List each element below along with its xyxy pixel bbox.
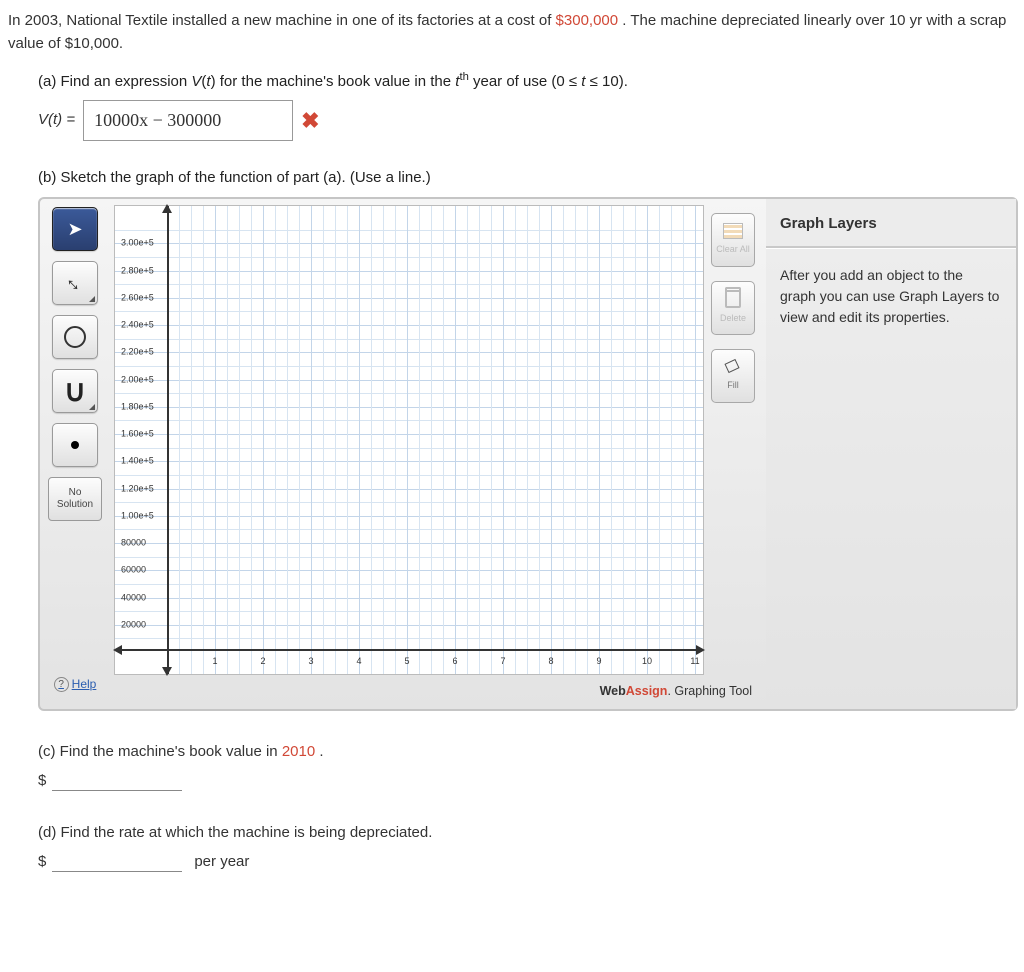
circle-icon	[64, 326, 86, 348]
y-tick-label: 40000	[121, 591, 146, 605]
x-tick-label: 3	[308, 655, 313, 669]
per-year-label: per year	[194, 851, 249, 874]
pointer-icon: ➤	[67, 216, 82, 243]
y-tick-label: 80000	[121, 536, 146, 550]
part-a-input[interactable]: 10000x − 300000	[83, 100, 293, 141]
clear-all-label: Clear All	[716, 243, 750, 257]
line-icon: ↔	[57, 265, 92, 300]
part-c-input[interactable]	[52, 770, 182, 791]
x-tick-label: 9	[596, 655, 601, 669]
x-tick-label: 4	[356, 655, 361, 669]
y-tick-label: 2.80e+5	[121, 264, 154, 278]
part-c-post: .	[319, 743, 323, 760]
submenu-indicator-icon	[89, 404, 95, 410]
clear-all-icon	[723, 223, 743, 239]
intro-cost: $300,000	[556, 12, 619, 29]
x-tick-label: 10	[642, 655, 652, 669]
part-a-prompt: (a) Find an expression V(t) for the mach…	[38, 69, 1016, 94]
y-tick-label: 1.60e+5	[121, 427, 154, 441]
y-tick-label: 2.00e+5	[121, 373, 154, 387]
part-c-prompt: (c) Find the machine's book value in 201…	[38, 741, 1016, 764]
problem-intro: In 2003, National Textile installed a ne…	[8, 10, 1016, 55]
incorrect-icon: ✖	[301, 104, 319, 137]
vt-equals-label: V(t) =	[38, 109, 75, 132]
x-tick-label: 11	[690, 655, 699, 669]
help-label: Help	[72, 675, 97, 693]
branding-web: Web	[600, 684, 626, 698]
graphing-tool: ➤ ↔ ∪ No Solution Help 2000040	[38, 197, 1018, 711]
point-tool[interactable]	[52, 423, 98, 467]
action-column: Clear All Delete Fill	[704, 205, 762, 675]
fill-label: Fill	[727, 379, 739, 393]
y-tick-label: 2.40e+5	[121, 318, 154, 332]
intro-pre: In 2003, National Textile installed a ne…	[8, 12, 556, 29]
no-solution-l2: Solution	[57, 499, 93, 511]
y-tick-label: 2.60e+5	[121, 291, 154, 305]
x-tick-label: 5	[404, 655, 409, 669]
branding-assign: Assign	[626, 684, 668, 698]
trash-icon	[725, 290, 741, 308]
graph-layers-panel: Graph Layers After you add an object to …	[766, 199, 1016, 709]
x-tick-label: 8	[548, 655, 553, 669]
graph-layers-body: After you add an object to the graph you…	[766, 248, 1016, 710]
plot-area[interactable]: 20000 40000 60000 80000 1.00e+5 1.20e+5 1.40e+…	[114, 205, 704, 675]
y-tick-label: 20000	[121, 618, 146, 632]
graph-canvas-area: 20000 40000 60000 80000 1.00e+5 1.20e+5 1.40e+…	[110, 199, 766, 709]
part-c-year: 2010	[282, 743, 315, 760]
help-link[interactable]: Help	[54, 675, 97, 693]
delete-label: Delete	[720, 312, 746, 326]
no-solution-l1: No	[69, 487, 82, 499]
fill-icon	[725, 359, 741, 375]
currency-symbol: $	[38, 770, 46, 793]
branding: WebAssign. Graphing Tool	[600, 682, 752, 701]
point-icon	[71, 441, 79, 449]
y-tick-label: 60000	[121, 564, 146, 578]
y-tick-label: 2.20e+5	[121, 346, 154, 360]
currency-symbol: $	[38, 851, 46, 874]
pointer-tool[interactable]: ➤	[52, 207, 98, 251]
clear-all-button[interactable]: Clear All	[711, 213, 755, 267]
part-d-prompt: (d) Find the rate at which the machine i…	[38, 822, 1016, 845]
line-tool[interactable]: ↔	[52, 261, 98, 305]
graph-layers-title: Graph Layers	[766, 203, 1016, 248]
fill-button[interactable]: Fill	[711, 349, 755, 403]
y-tick-label: 1.80e+5	[121, 400, 154, 414]
y-tick-label: 1.00e+5	[121, 509, 154, 523]
curve-tool[interactable]: ∪	[52, 369, 98, 413]
submenu-indicator-icon	[89, 296, 95, 302]
x-tick-label: 2	[260, 655, 265, 669]
tool-column: ➤ ↔ ∪ No Solution Help	[40, 199, 110, 709]
y-tick-label: 1.20e+5	[121, 482, 154, 496]
y-tick-label: 1.40e+5	[121, 455, 154, 469]
x-tick-label: 6	[452, 655, 457, 669]
circle-tool[interactable]	[52, 315, 98, 359]
branding-suffix: . Graphing Tool	[667, 684, 752, 698]
part-c-pre: (c) Find the machine's book value in	[38, 743, 282, 760]
no-solution-button[interactable]: No Solution	[48, 477, 102, 521]
x-tick-label: 7	[500, 655, 505, 669]
delete-button[interactable]: Delete	[711, 281, 755, 335]
x-tick-label: 1	[212, 655, 217, 669]
part-b-prompt: (b) Sketch the graph of the function of …	[38, 167, 1016, 190]
curve-icon: ∪	[64, 369, 86, 414]
y-tick-label: 3.00e+5	[121, 237, 154, 251]
part-d-input[interactable]	[52, 851, 182, 872]
